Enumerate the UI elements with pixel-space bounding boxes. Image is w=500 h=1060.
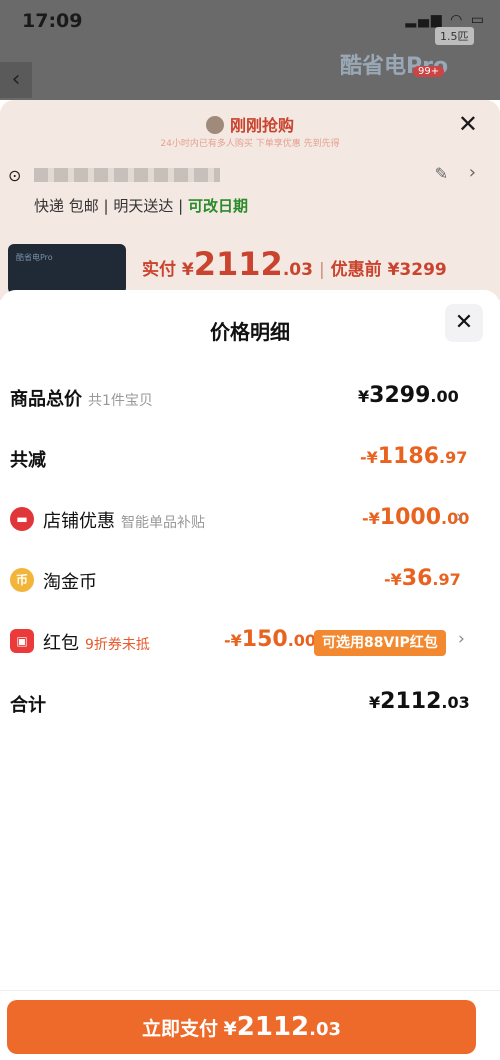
order-panel: 刚刚抢购 24小时内已有多人购买 下单享优惠 先到先得 ✕ ⊙ ✎ › 快递 包…: [0, 100, 500, 300]
row-subtotal: 合计 ¥2112.03: [0, 683, 500, 723]
pay-now-button[interactable]: 立即支付 ¥2112.03: [7, 1000, 476, 1054]
row-amount: ¥2112.03: [369, 689, 470, 714]
change-date-link[interactable]: 可改日期: [188, 197, 248, 215]
status-icons: ▂▄▆ ◠ ▭: [405, 12, 486, 28]
row-amount: -¥1186.97: [360, 444, 468, 469]
row-goods-total: 商品总价 共1件宝贝 ¥3299.00: [0, 377, 500, 417]
avatar: [205, 116, 224, 134]
edit-icon[interactable]: ✎: [435, 164, 448, 183]
cart-count-badge: 99+: [413, 66, 445, 77]
row-hint: 9折券未抵: [85, 637, 150, 653]
shop-icon: ▬: [10, 507, 34, 531]
row-shop-discount[interactable]: ▬ 店铺优惠 智能单品补贴 -¥1000.00 ›: [0, 499, 500, 539]
back-icon[interactable]: ‹: [0, 62, 32, 98]
delivery-info: 快递 包邮 | 明天送达 | 可改日期: [34, 197, 248, 215]
capacity-badge: 1.5匹: [435, 27, 474, 45]
row-label: 淘金币: [43, 572, 97, 593]
address-masked[interactable]: [34, 168, 220, 182]
background-header: 17:09 ▂▄▆ ◠ ▭ ‹ 酷省电Pro 1.5匹 99+: [0, 0, 500, 100]
row-amount: -¥36.97: [384, 566, 461, 591]
row-label: 共减: [10, 450, 46, 471]
red-packet-icon: ▣: [10, 629, 34, 653]
chevron-right-icon[interactable]: ›: [469, 162, 476, 183]
flash-subtitle: 24小时内已有多人购买 下单享优惠 先到先得: [160, 139, 340, 149]
chevron-right-icon[interactable]: ›: [456, 507, 463, 527]
row-taojinbi: 币 淘金币 -¥36.97: [0, 560, 500, 600]
close-button[interactable]: ✕: [445, 304, 483, 342]
pay-summary: 实付 ¥2112.03 | 优惠前 ¥3299: [142, 245, 447, 283]
row-label: 店铺优惠 智能单品补贴: [43, 511, 205, 532]
row-label: 商品总价 共1件宝贝: [10, 389, 153, 410]
row-amount: -¥150.00: [224, 627, 317, 652]
status-time: 17:09: [22, 10, 83, 32]
location-icon: ⊙: [8, 166, 22, 185]
close-icon[interactable]: ✕: [458, 110, 478, 138]
price-detail-sheet: 价格明细 ✕ 商品总价 共1件宝贝 ¥3299.00 共减 -¥1186.97 ▬…: [0, 290, 500, 1060]
row-red-packet[interactable]: ▣ 红包 9折券未抵 -¥150.00 可选用88VIP红包 ›: [0, 621, 500, 661]
chevron-right-icon[interactable]: ›: [458, 629, 465, 649]
vip-red-packet-badge[interactable]: 可选用88VIP红包: [314, 630, 446, 656]
footer-divider: [0, 990, 500, 991]
sheet-title: 价格明细: [210, 320, 290, 344]
row-hint: 共1件宝贝: [88, 393, 153, 409]
row-amount: -¥1000.00: [362, 505, 470, 530]
row-amount: ¥3299.00: [358, 383, 459, 408]
row-label: 合计: [10, 695, 46, 716]
row-hint: 智能单品补贴: [121, 515, 205, 531]
row-total-discount: 共减 -¥1186.97: [0, 438, 500, 478]
product-thumbnail: 酷省电Pro: [8, 244, 126, 294]
coin-icon: 币: [10, 568, 34, 592]
row-label: 红包 9折券未抵: [43, 633, 150, 654]
flash-title: 刚刚抢购: [0, 112, 500, 136]
